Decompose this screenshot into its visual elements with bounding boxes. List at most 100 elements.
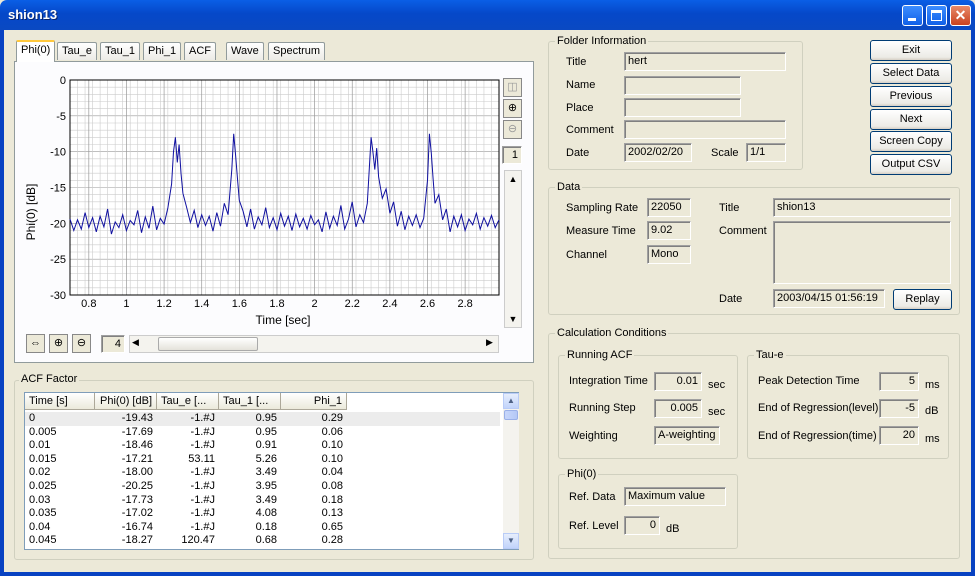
screen-copy-button[interactable]: Screen Copy (870, 131, 952, 152)
table-cell: 120.47 (181, 534, 215, 547)
tab-acf[interactable]: ACF (184, 42, 216, 60)
table-row[interactable]: 0.01 -18.46 -1.#J 0.91 0.10 (25, 439, 500, 453)
table-row[interactable]: 0.045 -18.27 120.47 0.68 0.28 (25, 534, 500, 548)
ref-level-unit: dB (666, 523, 680, 535)
x-tick-label: 1.6 (232, 298, 247, 310)
zoom-in-icon[interactable]: ⊕ (503, 99, 522, 118)
vertical-scrollbar[interactable]: ▲ ▼ (504, 170, 522, 328)
table-cell: 5.26 (255, 452, 277, 465)
select-data-button[interactable]: Select Data (870, 63, 952, 84)
window-frame-left (0, 30, 4, 576)
table-cell: -20.25 (121, 480, 153, 492)
phi0-chart: 0.8 1 1.2 1.4 1.6 1.8 2 2.2 2.4 2.6 2.8 0 -5 -10 -15 -2… (24, 75, 500, 327)
table-cell: -1.#J (190, 466, 215, 479)
folder-info-title: Folder Information (555, 35, 649, 47)
table-row[interactable]: 0.035 -17.02 -1.#J 4.08 0.13 (25, 507, 500, 521)
fit-width-icon[interactable]: ◫ (503, 78, 522, 97)
replay-button[interactable]: Replay (893, 289, 952, 310)
zoom-level-field[interactable]: 4 (101, 335, 125, 353)
table-row[interactable]: 0 -19.43 -1.#J 0.95 0.29 (25, 412, 500, 426)
page-number-field[interactable]: 1 (502, 146, 522, 164)
regression-time-label: End of Regression(time) (758, 430, 877, 442)
data-title-label: Title (719, 202, 740, 214)
previous-button[interactable]: Previous (870, 86, 952, 107)
col-header-tau-1[interactable]: Tau_1 [... (219, 393, 281, 410)
table-cell: 0.02 (29, 466, 51, 479)
tab-tau-1[interactable]: Tau_1 (100, 42, 140, 60)
window-title: shion13 (8, 7, 58, 22)
folder-name-field (624, 76, 741, 95)
table-cell: 3.49 (255, 493, 277, 506)
output-csv-button[interactable]: Output CSV (870, 154, 952, 175)
tab-wave[interactable]: Wave (226, 42, 264, 60)
table-scroll-down-icon[interactable]: ▼ (503, 533, 519, 549)
col-header-time[interactable]: Time [s] (25, 393, 95, 410)
y-tick-label: 0 (60, 75, 66, 87)
col-header-tau-e[interactable]: Tau_e [... (157, 393, 219, 410)
horizontal-scrollbar[interactable]: ◀ ▶ (129, 335, 499, 353)
x-tick-label: 2.2 (345, 298, 360, 310)
table-row[interactable]: 0.025 -20.25 -1.#J 3.95 0.08 (25, 480, 500, 494)
y-tick-label: -10 (50, 147, 66, 159)
maximize-button[interactable] (926, 5, 947, 26)
col-header-phi0[interactable]: Phi(0) [dB] (95, 393, 157, 410)
table-row[interactable]: 0.03 -17.73 -1.#J 3.49 0.18 (25, 494, 500, 508)
calc-conditions-title: Calculation Conditions (555, 327, 669, 339)
next-button[interactable]: Next (870, 109, 952, 130)
x-tick-label: 2.8 (457, 298, 472, 310)
fit-all-icon[interactable]: ⇔ (26, 334, 45, 353)
tab-tau-e[interactable]: Tau_e (57, 42, 97, 60)
scroll-up-icon[interactable]: ▲ (505, 171, 521, 187)
table-cell: -1.#J (190, 439, 215, 452)
scroll-right-icon[interactable]: ▶ (486, 337, 493, 348)
table-row[interactable]: 0.04 -16.74 -1.#J 0.18 0.65 (25, 521, 500, 535)
table-cell: -19.43 (121, 412, 153, 424)
ref-level-field: 0 (624, 516, 660, 535)
table-row[interactable]: 0.02 -18.00 -1.#J 3.49 0.04 (25, 466, 500, 480)
table-row[interactable]: 0.005 -17.69 -1.#J 0.95 0.06 (25, 426, 500, 440)
tab-phi-1[interactable]: Phi_1 (143, 42, 182, 60)
y-tick-label: -30 (50, 290, 66, 302)
chart-panel: 0.8 1 1.2 1.4 1.6 1.8 2 2.2 2.4 2.6 2.8 0 -5 -10 -15 -2… (14, 61, 534, 363)
table-cell: -1.#J (190, 520, 215, 533)
regression-level-unit: dB (925, 405, 939, 417)
table-cell: 0.045 (29, 534, 57, 547)
tab-phi0[interactable]: Phi(0) (16, 40, 56, 62)
data-group-title: Data (555, 181, 583, 193)
exit-button[interactable]: Exit (870, 40, 952, 61)
window-frame-right (971, 30, 975, 576)
x-tick-label: 2.4 (382, 298, 397, 310)
table-row[interactable]: 0.015 -17.21 53.11 5.26 0.10 (25, 453, 500, 467)
table-scroll-thumb[interactable] (504, 410, 518, 420)
table-cell: -16.74 (121, 520, 153, 533)
table-cell: 0.13 (321, 507, 343, 520)
tab-spectrum[interactable]: Spectrum (268, 42, 326, 60)
acf-table[interactable]: Time [s] Phi(0) [dB] Tau_e [... Tau_1 [.… (24, 392, 519, 550)
minimize-button[interactable] (902, 5, 923, 26)
x-tick-label: 1.8 (269, 298, 284, 310)
table-cell: 0.18 (321, 493, 343, 506)
regression-time-unit: ms (925, 433, 940, 445)
scroll-thumb[interactable] (158, 337, 258, 351)
zoom-out-horizontal-icon[interactable]: ⊖ (72, 334, 91, 353)
title-bar[interactable] (0, 0, 975, 30)
table-cell: 4.08 (255, 507, 277, 520)
zoom-out-icon[interactable]: ⊖ (503, 120, 522, 139)
scroll-left-icon[interactable]: ◀ (132, 337, 139, 348)
table-cell: 0.015 (29, 452, 57, 465)
close-button[interactable]: ✕ (950, 5, 971, 26)
channel-field: Mono (647, 245, 691, 264)
y-tick-label: -15 (50, 183, 66, 195)
running-step-unit: sec (708, 406, 726, 418)
phi0-group (558, 474, 738, 549)
table-cell: 0.95 (255, 412, 277, 424)
table-scrollbar[interactable]: ▲ ▼ (503, 393, 519, 549)
scroll-down-icon[interactable]: ▼ (505, 311, 521, 327)
regression-level-field: -5 (879, 399, 919, 418)
zoom-in-horizontal-icon[interactable]: ⊕ (49, 334, 68, 353)
table-cell: 0.91 (255, 439, 277, 452)
table-cell: 0.18 (255, 520, 277, 533)
col-header-phi-1[interactable]: Phi_1 (281, 393, 347, 410)
table-scroll-up-icon[interactable]: ▲ (503, 393, 519, 409)
table-cell: 0.08 (321, 480, 343, 492)
